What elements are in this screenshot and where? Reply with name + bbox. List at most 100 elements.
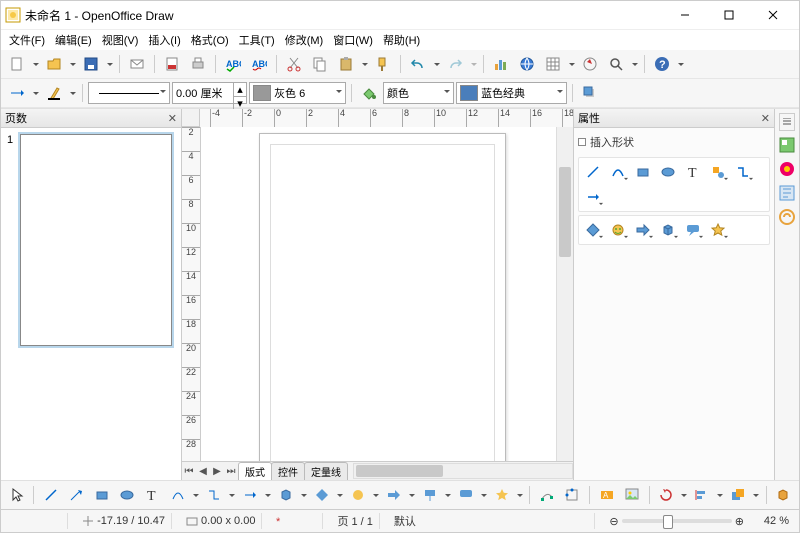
line-shape-button[interactable] xyxy=(582,161,604,183)
symbol-shapes-button[interactable] xyxy=(607,219,629,241)
new-dropdown[interactable] xyxy=(31,60,40,69)
copy-button[interactable] xyxy=(308,52,332,76)
save-dropdown[interactable] xyxy=(105,60,114,69)
auto-spellcheck-button[interactable]: ABC xyxy=(247,52,271,76)
tab-layout[interactable]: 版式 xyxy=(238,462,272,480)
zoom-dropdown[interactable] xyxy=(630,60,639,69)
points-edit-tool[interactable] xyxy=(535,483,558,507)
connector-shape-button[interactable] xyxy=(732,161,754,183)
block-arrows-button[interactable] xyxy=(632,219,654,241)
align-tool[interactable] xyxy=(691,483,714,507)
open-dropdown[interactable] xyxy=(68,60,77,69)
gluepoints-tool[interactable] xyxy=(561,483,584,507)
horizontal-ruler[interactable]: -4-20246810121416182022 xyxy=(200,109,573,128)
flowchart-shapes-button[interactable] xyxy=(582,219,604,241)
basic-shapes-dropdown[interactable] xyxy=(335,491,344,500)
line-tool[interactable] xyxy=(39,483,62,507)
star-shapes-button[interactable] xyxy=(707,219,729,241)
undo-button[interactable] xyxy=(406,52,430,76)
zoom-slider[interactable] xyxy=(622,519,732,523)
connector-dropdown[interactable] xyxy=(227,491,236,500)
zoom-in-button[interactable]: ⊕ xyxy=(735,515,744,528)
arrow-style-button[interactable] xyxy=(5,81,29,105)
cut-button[interactable] xyxy=(282,52,306,76)
symbol-shapes-dropdown[interactable] xyxy=(372,491,381,500)
line-color-combo[interactable]: 灰色 6 xyxy=(249,82,346,104)
lines-arrows-tool[interactable] xyxy=(238,483,261,507)
curve-dropdown[interactable] xyxy=(191,491,200,500)
from-file-tool[interactable] xyxy=(620,483,643,507)
tab-nav-last[interactable]: ⏭ xyxy=(224,464,238,478)
undo-dropdown[interactable] xyxy=(432,60,441,69)
text-tool[interactable]: T xyxy=(141,483,164,507)
menu-edit[interactable]: 编辑(E) xyxy=(51,30,96,50)
3d-tool[interactable] xyxy=(274,483,297,507)
line-color-button[interactable] xyxy=(42,81,66,105)
minimize-button[interactable] xyxy=(663,2,707,28)
zoom-percent[interactable]: 42 % xyxy=(758,513,795,529)
fill-type-combo[interactable]: 颜色 xyxy=(383,82,454,104)
arrange-dropdown[interactable] xyxy=(752,491,761,500)
export-pdf-button[interactable] xyxy=(160,52,184,76)
rectangle-shape-button[interactable] xyxy=(632,161,654,183)
ellipse-shape-button[interactable] xyxy=(657,161,679,183)
flowchart-tool[interactable] xyxy=(418,483,441,507)
status-layer[interactable]: 默认 xyxy=(388,513,595,529)
sidebar-properties-icon[interactable] xyxy=(777,135,797,155)
hyperlink-button[interactable] xyxy=(515,52,539,76)
maximize-button[interactable] xyxy=(707,2,751,28)
table-button[interactable] xyxy=(541,52,565,76)
3d-shapes-button[interactable] xyxy=(657,219,679,241)
flowchart-dropdown[interactable] xyxy=(444,491,453,500)
table-dropdown[interactable] xyxy=(567,60,576,69)
spellcheck-button[interactable]: ABC xyxy=(221,52,245,76)
save-button[interactable] xyxy=(79,52,103,76)
tab-dimlines[interactable]: 定量线 xyxy=(304,462,348,480)
open-button[interactable] xyxy=(42,52,66,76)
lines-arrows-dropdown[interactable] xyxy=(263,491,272,500)
tab-nav-prev[interactable]: ◀ xyxy=(196,464,210,478)
text-shape-button[interactable]: T xyxy=(682,161,704,183)
insert-shapes-section[interactable]: 插入形状 xyxy=(578,132,770,154)
select-tool[interactable] xyxy=(5,483,28,507)
pages-panel-close-icon[interactable]: ✕ xyxy=(168,112,177,125)
block-arrows-dropdown[interactable] xyxy=(408,491,417,500)
menu-file[interactable]: 文件(F) xyxy=(5,30,49,50)
sidebar-collapse-icon[interactable] xyxy=(779,113,795,131)
stars-dropdown[interactable] xyxy=(516,491,525,500)
callout-shapes-button[interactable] xyxy=(682,219,704,241)
arrow-style-dropdown[interactable] xyxy=(31,89,40,98)
page-thumbnail-1[interactable]: 1 xyxy=(7,134,175,346)
print-button[interactable] xyxy=(186,52,210,76)
menu-view[interactable]: 视图(V) xyxy=(98,30,143,50)
menu-format[interactable]: 格式(O) xyxy=(187,30,233,50)
status-page[interactable]: 页 1 / 1 xyxy=(331,513,379,529)
menu-insert[interactable]: 插入(I) xyxy=(144,30,184,50)
clone-format-button[interactable] xyxy=(371,52,395,76)
paste-button[interactable] xyxy=(334,52,358,76)
redo-dropdown[interactable] xyxy=(469,60,478,69)
curve-tool[interactable] xyxy=(166,483,189,507)
callouts-tool[interactable] xyxy=(454,483,477,507)
tab-nav-next[interactable]: ▶ xyxy=(210,464,224,478)
line-arrow-tool[interactable] xyxy=(65,483,88,507)
rotate-tool[interactable] xyxy=(655,483,678,507)
stars-tool[interactable] xyxy=(490,483,513,507)
sidebar-gallery-icon[interactable] xyxy=(777,159,797,179)
area-fill-button[interactable] xyxy=(357,81,381,105)
mail-button[interactable] xyxy=(125,52,149,76)
basic-shapes-button[interactable] xyxy=(707,161,729,183)
ellipse-tool[interactable] xyxy=(115,483,138,507)
tab-controls[interactable]: 控件 xyxy=(271,462,305,480)
line-color-dropdown[interactable] xyxy=(68,89,77,98)
callouts-dropdown[interactable] xyxy=(480,491,489,500)
zoom-out-button[interactable]: ⊖ xyxy=(609,515,618,528)
canvas-viewport[interactable] xyxy=(201,127,556,461)
help-dropdown[interactable] xyxy=(676,60,685,69)
fontwork-tool[interactable]: A xyxy=(595,483,618,507)
shadow-button[interactable] xyxy=(578,81,602,105)
tab-nav-first[interactable]: ⏮ xyxy=(182,464,196,478)
close-button[interactable] xyxy=(751,2,795,28)
rectangle-tool[interactable] xyxy=(90,483,113,507)
vertical-ruler[interactable]: 246810121416182022242628 xyxy=(182,127,201,461)
